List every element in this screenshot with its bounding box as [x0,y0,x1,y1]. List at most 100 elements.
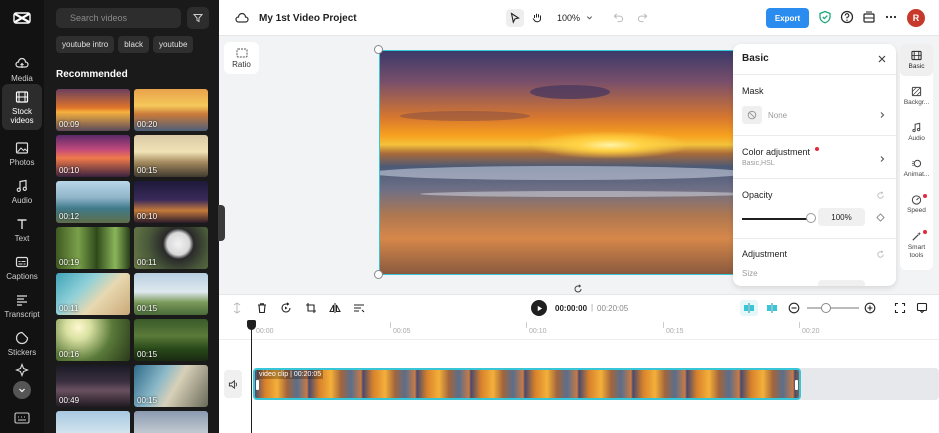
tool-smart-tools[interactable]: Smart tools [900,226,933,264]
video-thumbnail[interactable] [134,411,208,433]
select-tool-button[interactable] [506,9,524,27]
zoom-in-icon[interactable] [864,302,876,314]
video-preview[interactable] [379,50,735,275]
rail-item-stock-videos[interactable]: Stock videos [2,84,42,130]
reset-icon[interactable] [876,191,885,200]
split-icon[interactable] [231,302,243,314]
user-avatar[interactable]: R [907,9,925,27]
search-input[interactable] [70,13,187,23]
background-icon [911,86,922,97]
link-tracks-icon[interactable] [766,302,778,314]
keyframe-diamond-icon[interactable] [876,213,885,222]
close-icon[interactable] [876,53,888,65]
opacity-slider-track[interactable] [742,218,810,220]
video-clip[interactable]: video clip | 00:20:05 [253,368,801,400]
video-thumbnail[interactable]: 00:11 [134,227,208,269]
video-thumbnail[interactable]: 00:15 [134,135,208,177]
filter-button[interactable] [187,7,209,29]
tag-chip[interactable]: youtube intro [56,36,115,53]
rail-item-captions[interactable]: Captions [2,248,42,288]
panel-collapse-handle[interactable] [218,205,225,241]
thumbnail-duration: 00:20 [137,120,158,129]
mask-value: None [768,111,788,120]
replace-icon[interactable] [280,302,292,314]
video-thumbnail[interactable]: 00:49 [56,365,130,407]
resize-handle-top-left[interactable] [374,45,383,54]
mask-preview[interactable] [742,106,762,124]
redo-icon[interactable] [637,12,648,23]
tool-background[interactable]: Backgr... [900,80,933,112]
timeline-zoom-track[interactable] [807,307,859,309]
video-thumbnail[interactable]: 00:09 [56,89,130,131]
video-thumbnail[interactable]: 00:16 [56,319,130,361]
layers-icon[interactable] [862,10,876,24]
chevron-right-icon[interactable] [878,155,886,163]
thumbnail-duration: 00:10 [59,166,80,175]
tool-animation[interactable]: Animat... [900,152,933,184]
rotate-icon[interactable] [573,284,583,294]
opacity-value[interactable]: 100% [818,208,865,226]
size-input[interactable] [818,280,865,286]
rail-expand-button[interactable] [13,381,31,399]
tag-chip[interactable]: black [118,36,149,53]
crop-icon[interactable] [305,302,317,314]
tag-chip[interactable]: youtube [152,36,194,53]
cloud-sync-icon[interactable] [235,11,249,25]
tool-audio[interactable]: Audio [900,116,933,148]
delete-icon[interactable] [256,302,268,314]
keyboard-icon[interactable] [14,412,30,424]
comment-icon[interactable] [916,302,928,314]
opacity-slider-handle[interactable] [806,213,816,223]
tool-speed[interactable]: Speed [900,188,933,220]
ruler-label: 00:20 [802,328,820,335]
timeline-zoom-handle[interactable] [821,303,831,313]
film-icon [15,90,29,103]
video-thumbnail[interactable]: 00:20 [134,89,208,131]
ruler-label: 00:00 [256,328,274,335]
search-box[interactable] [56,8,187,28]
resize-handle-bottom-left[interactable] [374,270,383,279]
clip-name: video clip [259,371,289,378]
video-thumbnail[interactable]: 00:15 [134,365,208,407]
video-thumbnail[interactable] [56,411,130,433]
track-mute-button[interactable] [224,370,242,398]
undo-icon[interactable] [613,12,624,23]
size-label: Size [742,269,758,278]
video-thumbnail[interactable]: 00:10 [56,135,130,177]
fullscreen-icon[interactable] [894,302,906,314]
export-button[interactable]: Export [766,8,809,28]
zoom-out-icon[interactable] [788,302,800,314]
color-adjustment-label[interactable]: Color adjustment [742,147,810,157]
help-icon[interactable] [840,10,854,24]
playhead-handle[interactable] [247,320,256,330]
adjust-list-icon[interactable] [353,302,365,314]
video-thumbnail[interactable]: 00:19 [56,227,130,269]
tool-basic[interactable]: Basic [900,44,933,76]
video-thumbnail[interactable]: 00:15 [134,273,208,315]
video-thumbnail[interactable]: 00:15 [134,319,208,361]
rail-item-photos[interactable]: Photos [2,134,42,174]
video-thumbnail[interactable]: 00:11 [56,273,130,315]
ratio-button[interactable]: Ratio [224,42,259,74]
rail-item-audio[interactable]: Audio [2,172,42,212]
play-button[interactable] [531,300,547,316]
chevron-right-icon[interactable] [878,111,886,119]
rail-label: Text [14,234,30,243]
reset-icon[interactable] [876,250,885,259]
zoom-select[interactable]: 100% [557,13,593,23]
more-options-icon[interactable] [884,10,898,24]
filter-icon [193,14,203,23]
hand-tool-button[interactable] [528,9,546,27]
playhead-line[interactable] [251,322,252,433]
rail-item-text[interactable]: Text [2,210,42,250]
project-title[interactable]: My 1st Video Project [259,13,357,24]
video-thumbnail[interactable]: 00:12 [56,181,130,223]
main-track-magnet-button[interactable] [740,300,758,316]
flip-icon[interactable] [329,302,341,314]
shield-check-icon[interactable] [818,10,832,24]
rail-item-transcript[interactable]: Transcript [2,286,42,326]
video-thumbnail[interactable]: 00:10 [134,181,208,223]
clip-trim-handle-right[interactable] [795,380,798,390]
timeline-ruler[interactable]: 00:00 00:05 00:10 00:15 00:20 [219,320,939,340]
clip-trim-handle-left[interactable] [256,380,259,390]
